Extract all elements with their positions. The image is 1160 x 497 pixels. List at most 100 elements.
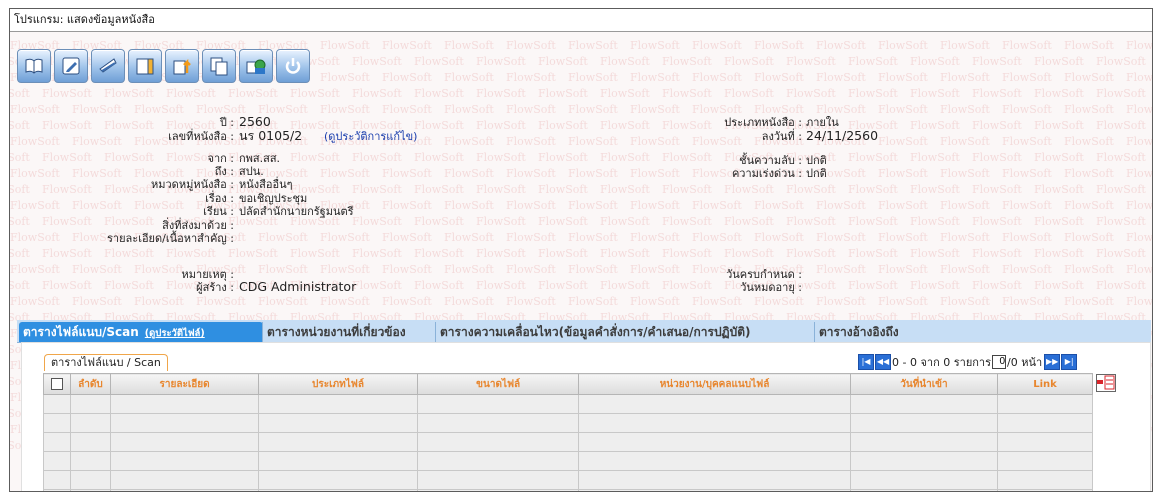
table-cell xyxy=(849,470,999,490)
next-page-icon[interactable]: ▶▶ xyxy=(1044,354,1061,370)
table-row xyxy=(43,413,1093,433)
attention-value: ปลัดสำนักนายกรัฐมนตรี xyxy=(239,205,354,218)
edit-icon xyxy=(62,57,80,75)
table-cell xyxy=(69,413,112,433)
col-file-type: ประเภทไฟล์ xyxy=(257,373,419,395)
col-uploader: หน่วยงาน/บุคคลแนบไฟล์ xyxy=(578,373,851,395)
table-cell xyxy=(69,470,112,490)
table-cell xyxy=(997,413,1093,433)
table-cell xyxy=(110,432,259,452)
select-all-header xyxy=(43,373,71,395)
table-cell xyxy=(417,394,580,414)
power-button[interactable] xyxy=(276,49,310,83)
power-icon xyxy=(285,58,301,74)
table-cell xyxy=(417,432,580,452)
table-cell xyxy=(417,470,580,490)
tab-references[interactable]: ตารางอ้างอิงถึง xyxy=(814,322,903,342)
table-row xyxy=(43,470,1093,490)
year-value: 2560 xyxy=(239,114,271,129)
table-cell xyxy=(43,432,71,452)
history-link[interactable]: (ดูประวัติการแก้ไข) xyxy=(324,131,417,143)
table-row xyxy=(43,451,1093,471)
forward-button[interactable] xyxy=(239,49,273,83)
first-page-icon[interactable]: |◀ xyxy=(858,354,874,370)
page-input[interactable] xyxy=(992,355,1007,369)
doc-no-label: เลขที่หนังสือ : xyxy=(168,130,234,143)
table-cell xyxy=(997,489,1093,491)
table-row xyxy=(43,489,1093,491)
table-cell xyxy=(257,413,419,433)
table-cell xyxy=(578,470,851,490)
table-cell xyxy=(110,470,259,490)
table-cell xyxy=(578,413,851,433)
tab-bar: ตารางไฟล์แนบ/Scan (ดูประวัติไฟล์) ตารางหน… xyxy=(17,320,1151,343)
table-cell xyxy=(43,489,71,491)
table-cell xyxy=(69,489,112,491)
subject-label: เรื่อง : xyxy=(205,192,234,205)
attachments-subtab[interactable]: ตารางไฟล์แนบ / Scan xyxy=(44,354,168,371)
upload-button[interactable] xyxy=(165,49,199,83)
last-page-icon[interactable]: ▶| xyxy=(1061,354,1078,370)
col-file-size: ขนาดไฟล์ xyxy=(417,373,580,395)
table-row xyxy=(43,394,1093,414)
document-window: FlowSoft FlowSoft FlowSoft FlowSoft FlowSoft… xyxy=(9,8,1153,492)
creator-value: CDG Administrator xyxy=(239,279,357,294)
table-cell xyxy=(578,432,851,452)
toolbar xyxy=(17,49,310,83)
secrecy-label: ชั้นความลับ : xyxy=(739,154,802,167)
table-cell xyxy=(43,451,71,471)
col-seq: ลำดับ xyxy=(69,373,112,395)
to-label: ถึง : xyxy=(214,165,234,178)
pager-total: /0 หน้า xyxy=(1007,356,1043,369)
table-cell xyxy=(69,394,112,414)
urgency-label: ความเร่งด่วน : xyxy=(731,167,802,180)
send-icon xyxy=(99,58,117,73)
from-value: กพส.สส. xyxy=(239,152,281,165)
table-cell xyxy=(849,451,999,471)
tab-movements[interactable]: ตารางความเคลื่อนไหว(ข้อมูลคำสั่งการ/คำเส… xyxy=(435,322,755,342)
tab-related-units[interactable]: ตารางหน่วยงานที่เกี่ยวข้อง xyxy=(262,322,410,342)
table-cell xyxy=(43,470,71,490)
table-cell xyxy=(110,489,259,491)
prev-page-icon[interactable]: ◀◀ xyxy=(875,354,891,370)
table-cell xyxy=(110,413,259,433)
table-cell xyxy=(997,451,1093,471)
book-icon xyxy=(25,58,43,74)
tab-attachments[interactable]: ตารางไฟล์แนบ/Scan (ดูประวัติไฟล์) xyxy=(19,322,263,342)
table-cell xyxy=(257,451,419,471)
table-cell xyxy=(43,413,71,433)
watermark-row: FlowSoftFlowSoftFlowSoftFlowSoftFlowSoft… xyxy=(10,247,1146,260)
file-history-link[interactable]: (ดูประวัติไฟล์) xyxy=(145,328,205,339)
table-cell xyxy=(849,432,999,452)
upload-icon xyxy=(173,58,191,75)
attention-label: เรียน : xyxy=(203,205,234,218)
col-link: Link xyxy=(997,373,1093,395)
due-date-label: วันครบกำหนด : xyxy=(726,268,802,281)
document-button[interactable] xyxy=(128,49,162,83)
watermark-row: FlowSoftFlowSoftFlowSoftFlowSoftFlowSoft… xyxy=(10,87,1146,100)
table-row xyxy=(43,432,1093,452)
table-icon xyxy=(1097,375,1115,390)
table-cell xyxy=(417,489,580,491)
export-icon[interactable] xyxy=(1096,374,1116,392)
send-button[interactable] xyxy=(91,49,125,83)
select-all-checkbox[interactable] xyxy=(50,378,63,390)
window-title: โปรแกรม: แสดงข้อมูลหนังสือ xyxy=(10,9,1152,32)
table-cell xyxy=(578,451,851,471)
table-cell xyxy=(417,451,580,471)
table-cell xyxy=(69,432,112,452)
book-button[interactable] xyxy=(17,49,51,83)
category-label: หมวดหมู่หนังสือ : xyxy=(151,178,234,191)
to-value: สปน. xyxy=(239,165,264,178)
table-body xyxy=(43,394,1093,491)
document-icon xyxy=(136,58,154,75)
copy-button[interactable] xyxy=(202,49,236,83)
pager-summary: 0 - 0 จาก 0 รายการ xyxy=(892,356,992,369)
urgency-value: ปกติ xyxy=(806,167,827,180)
tab-attachments-label: ตารางไฟล์แนบ/Scan xyxy=(23,325,139,339)
pager: |◀ ◀◀ 0 - 0 จาก 0 รายการ /0 หน้า ▶▶ ▶| xyxy=(858,354,1078,370)
table-cell xyxy=(257,470,419,490)
table-cell xyxy=(69,451,112,471)
edit-button[interactable] xyxy=(54,49,88,83)
table-cell xyxy=(43,394,71,414)
